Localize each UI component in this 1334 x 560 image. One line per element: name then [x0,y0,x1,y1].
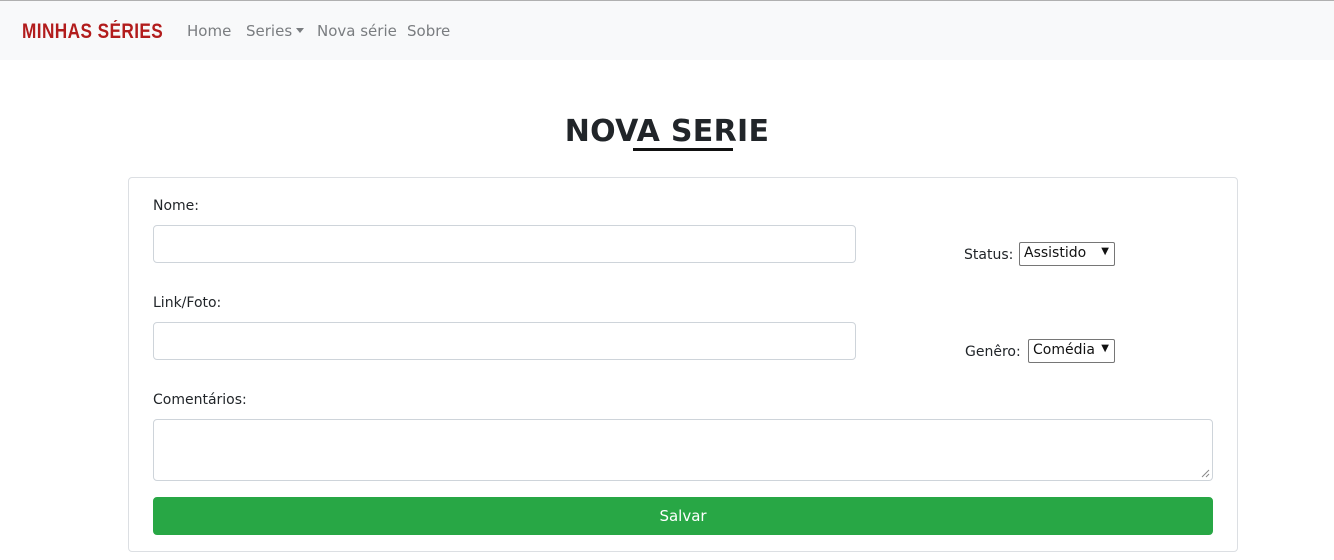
comentarios-textarea[interactable] [153,419,1213,481]
resize-grip-icon[interactable] [1201,469,1210,478]
nome-label: Nome: [153,198,200,214]
genero-select[interactable]: Comédia ▼ [1028,339,1115,363]
save-button[interactable]: Salvar [153,497,1213,535]
nav-series-dropdown[interactable]: Series [246,22,305,40]
comentarios-label: Comentários: [153,392,247,408]
nav-sobre-link[interactable]: Sobre [407,22,450,40]
link-foto-input[interactable] [153,322,856,360]
page-title: NOVA SERIE [564,114,770,149]
genero-label: Genêro: [965,344,1021,360]
navbar: MINHAS SÉRIES Home Series Nova série Sob… [0,0,1334,60]
nav-series-label: Series [246,22,293,40]
nome-input[interactable] [153,225,856,263]
nav-nova-serie-link[interactable]: Nova série [317,22,397,40]
link-foto-label: Link/Foto: [153,295,222,311]
nav-home-link[interactable]: Home [187,22,231,40]
brand-logo[interactable]: MINHAS SÉRIES [22,20,163,44]
status-select[interactable]: Assistido ▼ [1019,242,1115,266]
genero-selected-value: Comédia [1033,342,1095,358]
triangle-down-icon: ▼ [1101,343,1109,354]
caret-down-icon [296,28,305,33]
status-label: Status: [964,247,1014,263]
status-selected-value: Assistido [1024,245,1087,261]
title-underline [633,148,733,151]
triangle-down-icon: ▼ [1101,246,1109,257]
